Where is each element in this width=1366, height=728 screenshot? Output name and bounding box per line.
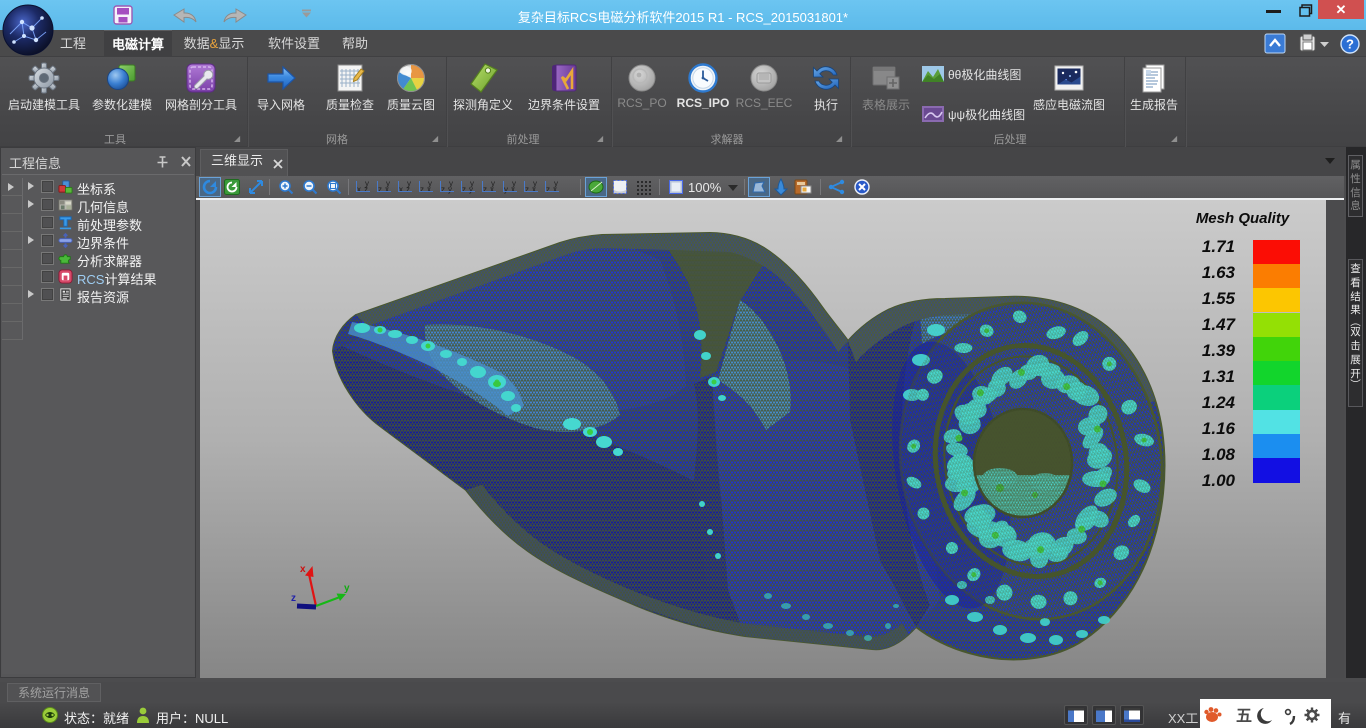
svg-text:z: z <box>291 593 296 604</box>
svg-text:y: y <box>344 583 350 594</box>
svg-text:x: x <box>300 564 306 575</box>
svg-text:?: ? <box>1346 37 1354 52</box>
svg-text:五: 五 <box>1236 708 1252 725</box>
